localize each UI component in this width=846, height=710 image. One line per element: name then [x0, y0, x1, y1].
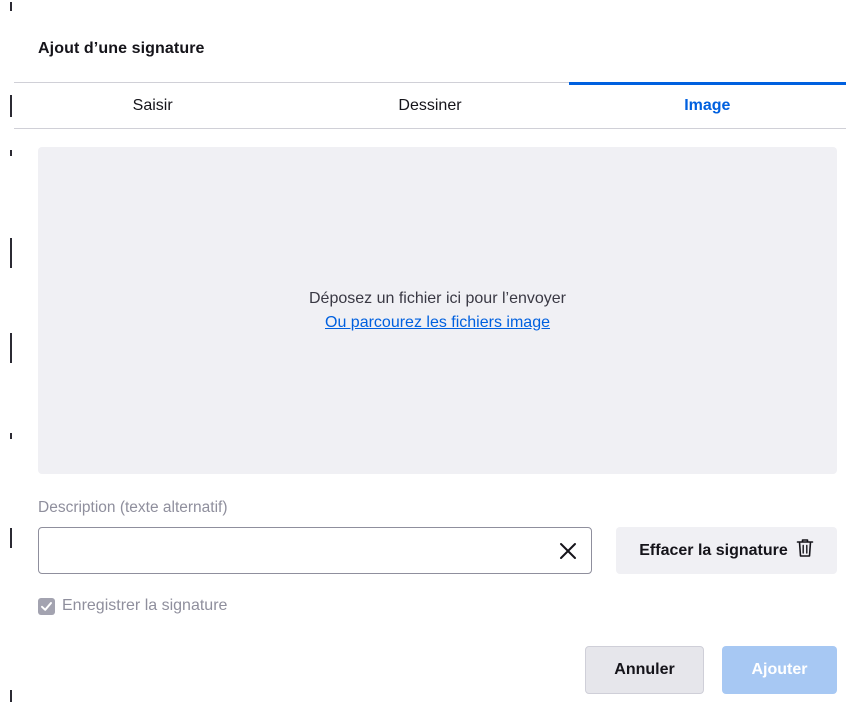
- description-input[interactable]: [39, 528, 539, 573]
- image-drop-zone[interactable]: Déposez un fichier ici pour l’envoyer Ou…: [38, 147, 837, 474]
- description-field[interactable]: [38, 527, 592, 574]
- tab-image[interactable]: Image: [568, 82, 846, 128]
- checkmark-icon: [41, 601, 52, 611]
- tab-strip: Saisir Dessiner Image: [14, 82, 846, 129]
- save-signature-checkbox[interactable]: [38, 597, 55, 615]
- save-signature-label: Enregistrer la signature: [62, 597, 228, 614]
- description-label: Description (texte alternatif): [38, 499, 228, 516]
- add-button[interactable]: Ajouter: [722, 646, 837, 694]
- close-icon[interactable]: [557, 540, 579, 562]
- erase-signature-button[interactable]: Effacer la signature: [616, 527, 837, 574]
- erase-signature-label: Effacer la signature: [639, 541, 788, 559]
- save-signature-row: Enregistrer la signature: [38, 597, 227, 615]
- dialog-title: Ajout d’une signature: [38, 40, 205, 57]
- drop-zone-text: Déposez un fichier ici pour l’envoyer: [308, 289, 566, 307]
- trash-icon: [796, 538, 814, 563]
- tab-dessiner[interactable]: Dessiner: [291, 83, 568, 128]
- window-edge: [0, 0, 14, 710]
- browse-image-files-link[interactable]: Ou parcourez les fichiers image: [325, 314, 550, 332]
- tab-saisir[interactable]: Saisir: [14, 83, 291, 128]
- cancel-button[interactable]: Annuler: [585, 646, 704, 694]
